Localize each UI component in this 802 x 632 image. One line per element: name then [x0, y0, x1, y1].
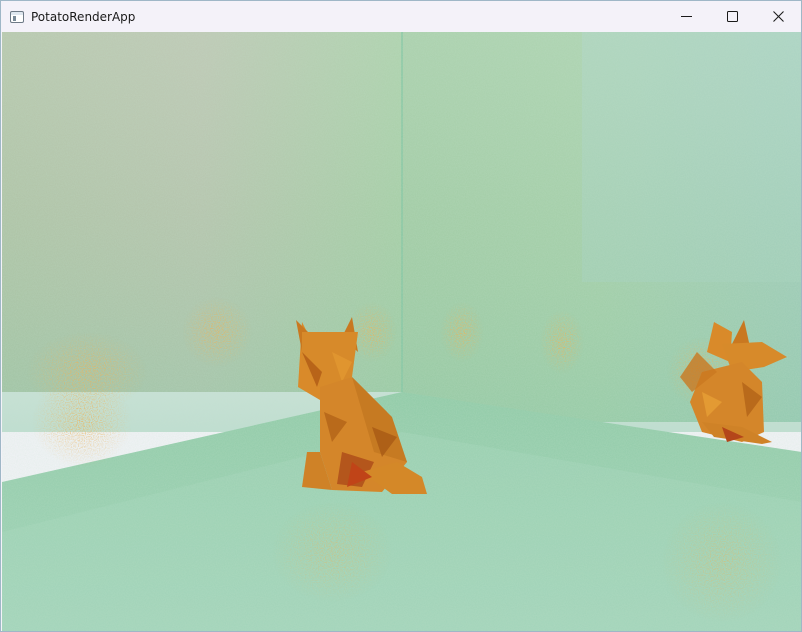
- window-app-icon: [10, 10, 24, 23]
- window-controls: [663, 1, 801, 32]
- title-bar[interactable]: PotatoRenderApp: [1, 1, 801, 32]
- close-button[interactable]: [755, 1, 801, 32]
- app-window: PotatoRenderApp: [0, 0, 802, 632]
- window-title: PotatoRenderApp: [31, 9, 136, 24]
- close-icon: [772, 11, 784, 22]
- minimize-icon: [680, 11, 692, 22]
- render-viewport[interactable]: [2, 32, 801, 631]
- minimize-button[interactable]: [663, 1, 709, 32]
- maximize-button[interactable]: [709, 1, 755, 32]
- maximize-icon: [726, 11, 738, 22]
- rendered-scene: [2, 32, 801, 631]
